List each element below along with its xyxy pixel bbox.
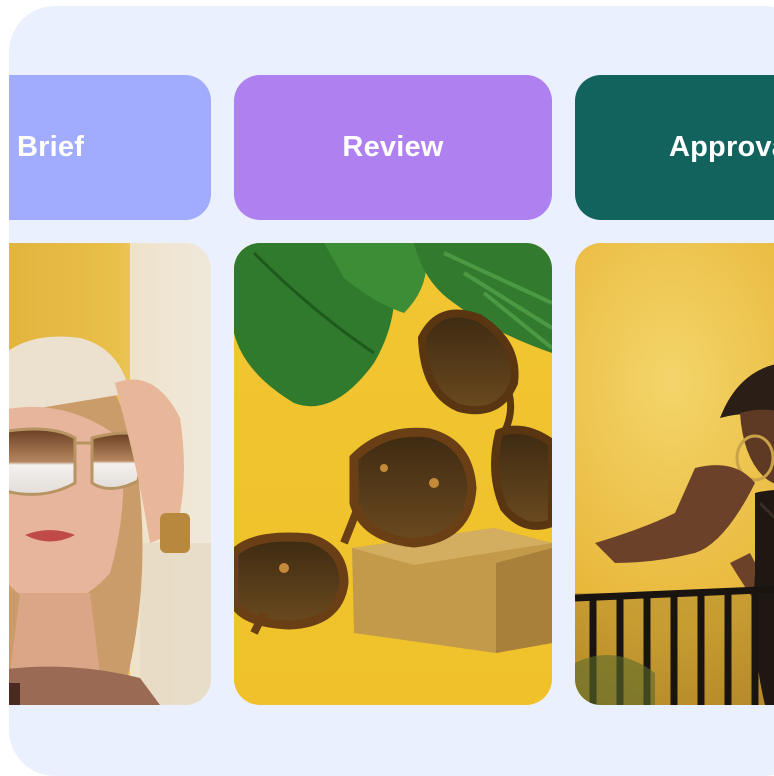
- stage-approval-label: Approval: [669, 131, 774, 163]
- stage-approval-button[interactable]: Approval: [575, 75, 774, 220]
- brief-image-card[interactable]: [9, 243, 211, 705]
- stage-review-label: Review: [342, 131, 444, 163]
- woman-sunglasses-image: [9, 243, 211, 705]
- stage-brief-button[interactable]: Brief: [9, 75, 211, 220]
- sunglasses-product-image: [234, 243, 552, 705]
- workflow-viewport: Brief Review Approval: [9, 6, 774, 773]
- review-image-card[interactable]: [234, 243, 552, 705]
- stage-brief-label: Brief: [17, 131, 85, 163]
- stage-review-button[interactable]: Review: [234, 75, 552, 220]
- approval-image-card[interactable]: [575, 243, 774, 705]
- woman-balcony-image: [575, 243, 774, 705]
